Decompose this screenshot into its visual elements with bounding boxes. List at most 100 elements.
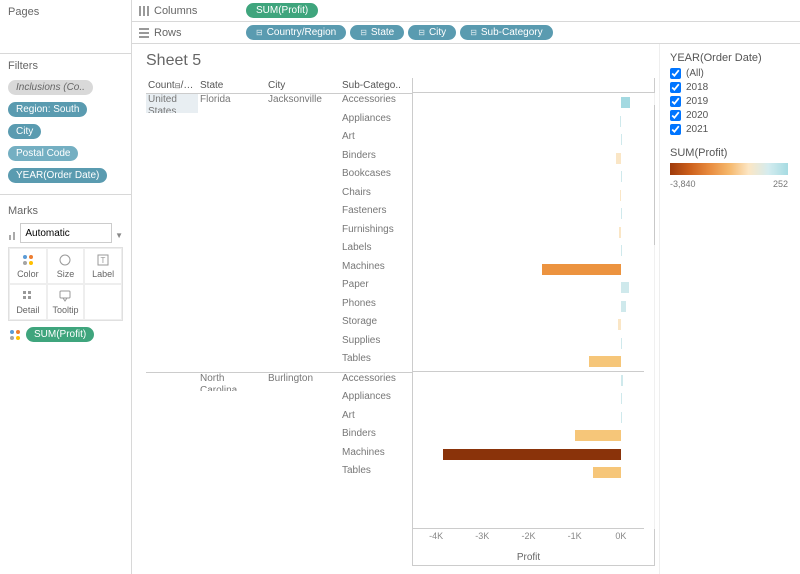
vertical-scrollbar[interactable]: ▴ ▾: [654, 93, 655, 529]
year-filter-item[interactable]: (All): [670, 68, 790, 79]
filter-pill[interactable]: YEAR(Order Date): [8, 168, 107, 183]
table-row: Art: [146, 410, 412, 429]
table-row: North CarolinaBurlingtonAccessories: [146, 373, 412, 392]
bar[interactable]: [621, 97, 630, 108]
year-filter-item[interactable]: 2018: [670, 82, 790, 93]
legend-title: SUM(Profit): [670, 147, 790, 159]
columns-icon: [138, 5, 150, 17]
bar[interactable]: [443, 449, 620, 460]
filter-pill[interactable]: Inclusions (Co..: [8, 80, 93, 95]
bar[interactable]: [621, 245, 622, 256]
year-filter-item[interactable]: 2021: [670, 124, 790, 135]
marks-detail-button[interactable]: Detail: [9, 284, 47, 320]
bar[interactable]: [620, 116, 621, 127]
marks-color-button[interactable]: Color: [9, 248, 47, 284]
year-filter-item[interactable]: 2020: [670, 110, 790, 121]
scroll-thumb[interactable]: [654, 105, 655, 245]
bar[interactable]: [616, 153, 621, 164]
axis-tick: -2K: [521, 531, 535, 541]
color-legend-bar: [670, 163, 788, 175]
rows-pill[interactable]: ⊟City: [408, 25, 456, 40]
table-row: Labels: [146, 242, 412, 261]
column-header[interactable]: State: [198, 78, 266, 93]
bar[interactable]: [621, 282, 629, 293]
bar[interactable]: [618, 319, 621, 330]
rows-pill[interactable]: ⊟Country/Region: [246, 25, 346, 40]
chevron-down-icon[interactable]: ▼: [115, 231, 123, 240]
columns-label: Columns: [154, 5, 197, 17]
year-checkbox[interactable]: [670, 68, 681, 79]
bar[interactable]: [621, 301, 627, 312]
bar-type-icon: [8, 229, 17, 241]
axis-tick: 0K: [615, 531, 626, 541]
bar[interactable]: [620, 190, 621, 201]
rows-label: Rows: [154, 27, 182, 39]
axis-tick: -1K: [568, 531, 582, 541]
bar[interactable]: [621, 171, 622, 182]
filter-pill[interactable]: Region: South: [8, 102, 87, 117]
table-row: Phones: [146, 298, 412, 317]
table-row: Appliances: [146, 113, 412, 132]
bar[interactable]: [542, 264, 621, 275]
marks-size-button[interactable]: Size: [47, 248, 85, 284]
column-header[interactable]: Sub-Catego..: [340, 78, 412, 93]
x-axis-title: Profit: [413, 552, 644, 563]
table-row: Furnishings: [146, 224, 412, 243]
bar[interactable]: [621, 375, 623, 386]
rows-pill[interactable]: ⊟State: [350, 25, 404, 40]
table-row: Tables: [146, 353, 412, 372]
table-row: Appliances: [146, 391, 412, 410]
bar[interactable]: [575, 430, 621, 441]
filter-pill[interactable]: City: [8, 124, 41, 139]
columns-pill-profit[interactable]: SUM(Profit): [246, 3, 318, 18]
table-row: Machines: [146, 447, 412, 466]
year-checkbox[interactable]: [670, 96, 681, 107]
marks-tooltip-button[interactable]: Tooltip: [47, 284, 85, 320]
year-checkbox[interactable]: [670, 110, 681, 121]
column-header[interactable]: Count⊟/Re..: [146, 78, 198, 93]
pages-title: Pages: [8, 6, 123, 18]
marks-label-button[interactable]: TLabel: [84, 248, 122, 284]
bar[interactable]: [621, 393, 622, 404]
marks-color-pill[interactable]: SUM(Profit): [26, 327, 94, 342]
table-row: Bookcases: [146, 168, 412, 187]
bar[interactable]: [593, 467, 621, 478]
table-row: Supplies: [146, 335, 412, 354]
year-filter-item[interactable]: 2019: [670, 96, 790, 107]
bar[interactable]: [621, 412, 622, 423]
table-row: Fasteners: [146, 205, 412, 224]
bar[interactable]: [619, 227, 621, 238]
rows-pill[interactable]: ⊟Sub-Category: [460, 25, 552, 40]
table-row: Binders: [146, 150, 412, 169]
bar[interactable]: [621, 134, 622, 145]
table-row: Binders: [146, 428, 412, 447]
color-dots-icon: [8, 328, 22, 342]
year-filter-title: YEAR(Order Date): [670, 52, 790, 64]
year-checkbox[interactable]: [670, 82, 681, 93]
table-row: Machines: [146, 261, 412, 280]
marks-title: Marks: [8, 205, 123, 217]
svg-text:T: T: [101, 256, 106, 265]
scroll-up-icon[interactable]: ▴: [654, 93, 655, 105]
legend-min: -3,840: [670, 179, 696, 189]
sheet-title: Sheet 5: [146, 52, 655, 70]
table-row: United StatesFloridaJacksonvilleAccessor…: [146, 94, 412, 113]
bar[interactable]: [621, 338, 622, 349]
scroll-down-icon[interactable]: ▾: [654, 517, 655, 529]
column-header[interactable]: City: [266, 78, 340, 93]
bar[interactable]: [589, 356, 621, 367]
filter-pill[interactable]: Postal Code: [8, 146, 78, 161]
rows-icon: [138, 27, 150, 39]
table-row: Paper: [146, 279, 412, 298]
table-row: Chairs: [146, 187, 412, 206]
marks-type-select[interactable]: [20, 223, 112, 243]
axis-tick: -3K: [475, 531, 489, 541]
filters-title: Filters: [8, 60, 123, 72]
table-row: Storage: [146, 316, 412, 335]
bar[interactable]: [621, 208, 622, 219]
table-row: Tables: [146, 465, 412, 484]
axis-tick: -4K: [429, 531, 443, 541]
table-row: Art: [146, 131, 412, 150]
legend-max: 252: [773, 179, 788, 189]
year-checkbox[interactable]: [670, 124, 681, 135]
